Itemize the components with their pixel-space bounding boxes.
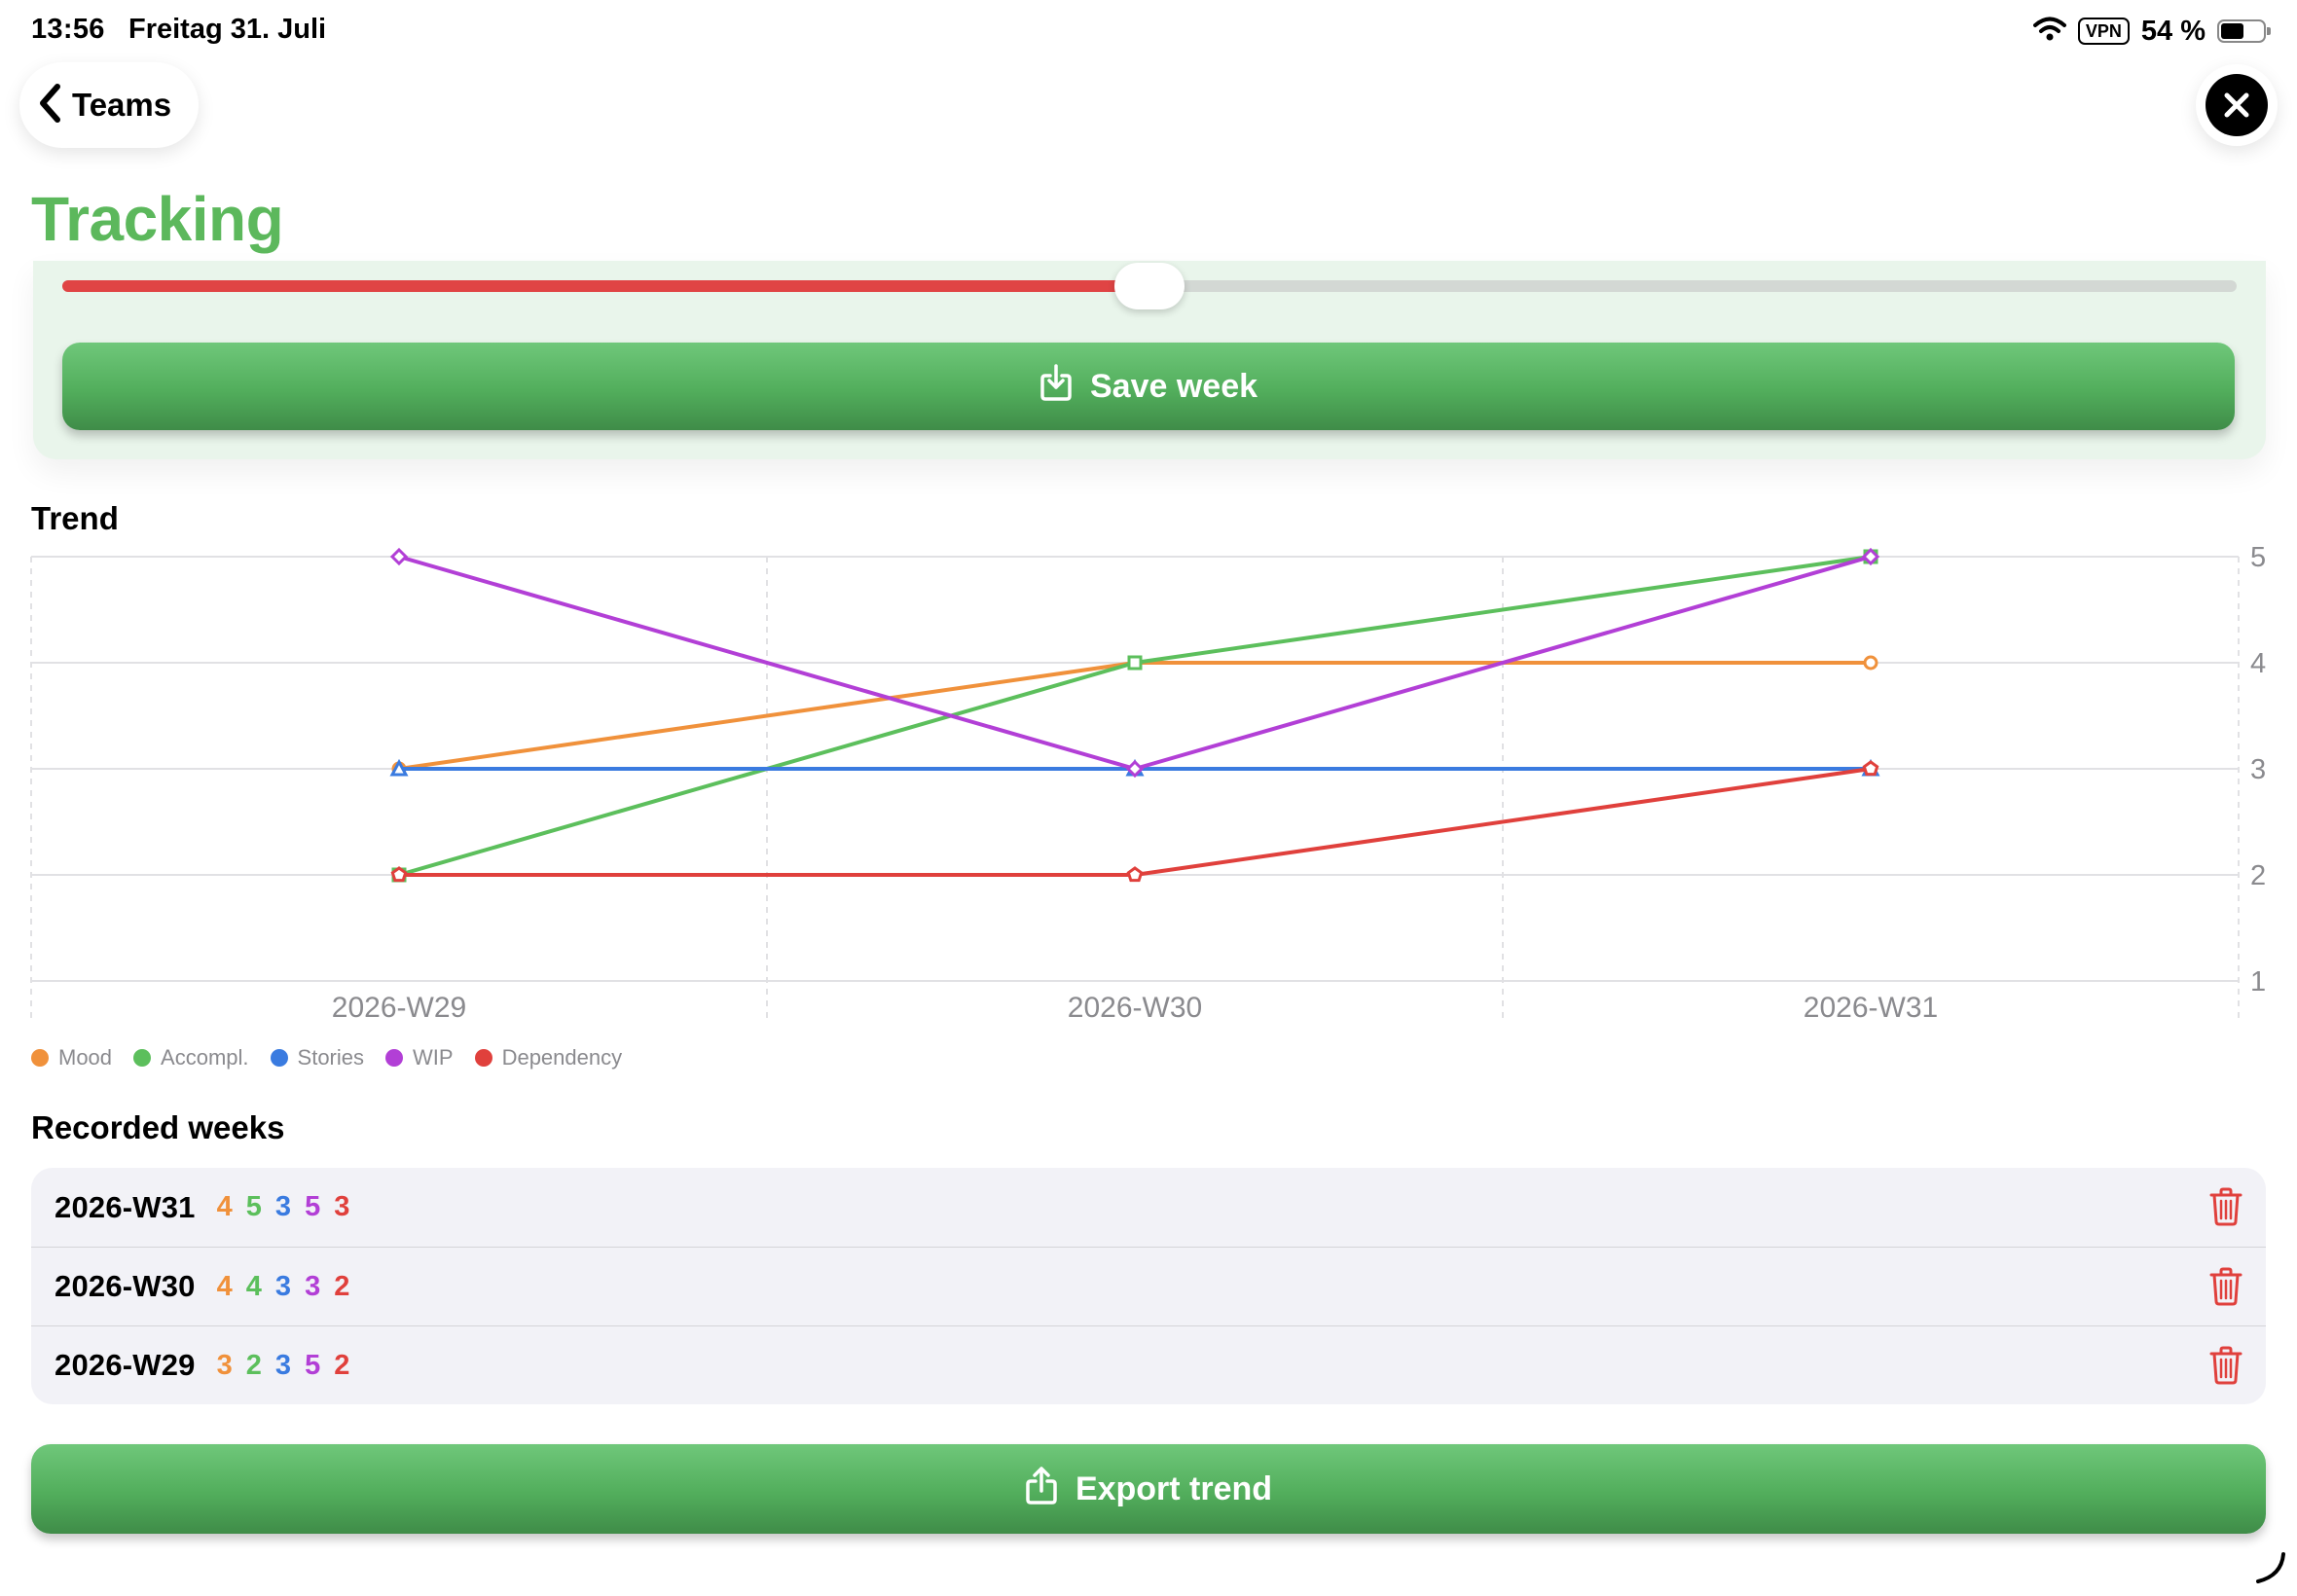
chevron-left-icon [37, 83, 62, 128]
save-week-button[interactable]: Save week [62, 343, 2235, 430]
data-point [390, 866, 408, 883]
y-tick-label: 4 [2250, 648, 2266, 679]
mood-value: 3 [216, 1349, 233, 1381]
wip-value: 5 [305, 1349, 321, 1381]
legend-label: Dependency [501, 1045, 623, 1070]
legend-label: WIP [413, 1045, 454, 1070]
status-date: Freitag 31. Juli [128, 14, 327, 45]
recorded-weeks-title: Recorded weeks [31, 1109, 285, 1145]
dependency-value: 2 [334, 1270, 350, 1302]
stories-value: 3 [274, 1270, 292, 1302]
recorded-weeks-list: 2026-W31 4 5 3 5 3 2026-W30 4 4 3 3 2 20… [31, 1168, 2266, 1404]
share-icon [1025, 1466, 1058, 1513]
dependency-value: 2 [334, 1349, 350, 1381]
y-tick-label: 1 [2250, 966, 2266, 998]
week-row: 2026-W30 4 4 3 3 2 [31, 1247, 2266, 1325]
legend-dot [133, 1049, 152, 1067]
dependency-value: 3 [334, 1191, 350, 1222]
close-button[interactable] [2196, 64, 2278, 146]
export-trend-button[interactable]: Export trend [31, 1444, 2266, 1534]
legend-dot [385, 1049, 404, 1067]
trend-title: Trend [31, 500, 119, 536]
legend-dot [474, 1049, 492, 1067]
data-point [1863, 655, 1878, 671]
legend-dot [270, 1049, 288, 1067]
trash-icon[interactable] [2209, 1346, 2242, 1390]
week-label: 2026-W31 [55, 1189, 196, 1224]
week-label: 2026-W30 [55, 1269, 196, 1303]
stories-value: 3 [274, 1349, 292, 1381]
legend-item: Stories [270, 1045, 365, 1070]
series-line-dependency [399, 767, 1872, 877]
mood-value: 4 [216, 1191, 233, 1222]
trend-chart: 1 2 3 4 5 2026-W29 2026-W30 2026-W31 [30, 545, 2266, 1024]
wifi-icon [2032, 17, 2066, 47]
wip-value: 3 [305, 1270, 321, 1302]
legend-label: Stories [297, 1045, 365, 1070]
x-tick-label: 2026-W30 [1068, 992, 1202, 1024]
status-indicators: VPN 54 % [2032, 14, 2271, 49]
back-button[interactable]: Teams [19, 62, 199, 148]
y-tick-label: 2 [2250, 860, 2266, 891]
x-tick-label: 2026-W31 [1804, 992, 1938, 1024]
battery-icon [2217, 19, 2271, 43]
slider-fill [62, 280, 1149, 292]
trash-icon[interactable] [2209, 1267, 2242, 1311]
x-tick-label: 2026-W29 [332, 992, 466, 1024]
y-tick-label: 3 [2250, 754, 2266, 785]
save-week-label: Save week [1089, 367, 1258, 405]
page-title: Tracking [31, 184, 284, 254]
series-line-accompl [398, 555, 1872, 877]
legend-label: Mood [58, 1045, 113, 1070]
data-point [389, 547, 409, 566]
week-row: 2026-W29 3 2 3 5 2 [31, 1325, 2266, 1404]
legend-item: Mood [31, 1045, 112, 1070]
tracking-card: Save week [33, 261, 2266, 459]
slider-thumb[interactable] [1114, 263, 1185, 309]
accompl-value: 5 [245, 1191, 262, 1222]
y-tick-label: 5 [2250, 545, 2266, 573]
data-point [1126, 866, 1144, 883]
status-bar: 13:56 Freitag 31. Juli VPN 54 % [0, 0, 2297, 62]
series-line-mood [398, 661, 1871, 771]
export-trend-label: Export trend [1075, 1469, 1273, 1507]
wip-value: 5 [305, 1191, 321, 1222]
chart-legend: Mood Accompl. Stories WIP Dependency [31, 1045, 622, 1070]
battery-percentage: 54 % [2140, 15, 2206, 47]
accompl-value: 2 [245, 1349, 262, 1381]
back-button-label: Teams [72, 87, 172, 123]
level-slider[interactable] [62, 263, 2237, 309]
week-row: 2026-W31 4 5 3 5 3 [31, 1168, 2266, 1247]
mood-value: 4 [216, 1270, 233, 1302]
legend-item: WIP [385, 1045, 454, 1070]
trash-icon[interactable] [2209, 1187, 2242, 1231]
accompl-value: 4 [245, 1270, 262, 1302]
status-time: 13:56 [31, 14, 105, 45]
week-label: 2026-W29 [55, 1348, 196, 1382]
legend-item: Dependency [474, 1045, 623, 1070]
legend-dot [31, 1049, 49, 1067]
save-icon [1039, 363, 1073, 410]
close-icon [2206, 74, 2268, 136]
resize-handle-icon[interactable] [2252, 1550, 2287, 1590]
vpn-badge: VPN [2077, 18, 2130, 45]
stories-value: 3 [274, 1191, 292, 1222]
legend-item: Accompl. [133, 1045, 249, 1070]
data-point [1862, 760, 1879, 777]
legend-label: Accompl. [161, 1045, 249, 1070]
data-point [1127, 655, 1143, 671]
